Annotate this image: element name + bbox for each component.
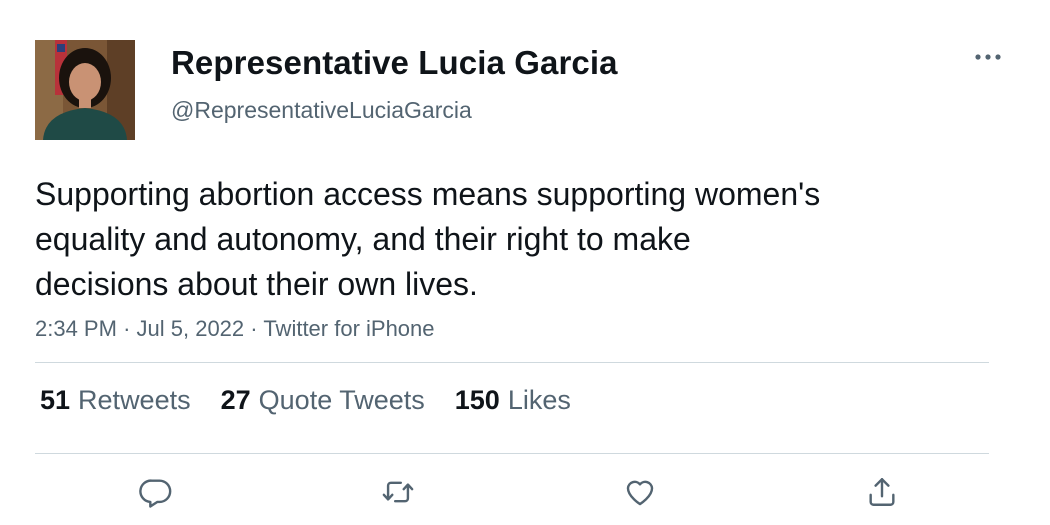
likes-label: Likes xyxy=(507,385,571,415)
avatar-image xyxy=(35,40,135,140)
retweets-count: 51 xyxy=(40,385,71,415)
tweet-time[interactable]: 2:34 PM xyxy=(35,316,117,341)
quote-tweets-stat[interactable]: 27 Quote Tweets xyxy=(221,385,425,416)
quote-tweets-label: Quote Tweets xyxy=(258,385,425,415)
more-horizontal-icon xyxy=(975,54,1001,60)
quote-tweets-count: 27 xyxy=(220,385,251,415)
retweet-icon xyxy=(382,481,414,503)
share-button[interactable] xyxy=(860,470,904,514)
likes-count: 150 xyxy=(454,385,500,415)
engagement-stats: 51 Retweets 27 Quote Tweets 150 Likes xyxy=(40,385,571,416)
reply-button[interactable] xyxy=(134,470,178,514)
like-button[interactable] xyxy=(618,470,662,514)
display-name[interactable]: Representative Lucia Garcia xyxy=(171,44,618,82)
tweet-date[interactable]: Jul 5, 2022 xyxy=(137,316,245,341)
heart-icon xyxy=(626,480,654,506)
reply-icon xyxy=(139,479,172,508)
tweet-text: Supporting abortion access means support… xyxy=(35,176,821,302)
likes-stat[interactable]: 150 Likes xyxy=(455,385,571,416)
meta-separator: · xyxy=(123,316,131,341)
action-bar xyxy=(0,470,1050,520)
avatar[interactable] xyxy=(35,40,135,140)
divider xyxy=(35,362,989,363)
tweet-card: Representative Lucia Garcia @Representat… xyxy=(0,0,1050,525)
divider xyxy=(35,453,989,454)
meta-separator: · xyxy=(250,316,258,341)
username-handle[interactable]: @RepresentativeLuciaGarcia xyxy=(171,97,472,124)
share-icon xyxy=(869,478,895,506)
tweet-source[interactable]: Twitter for iPhone xyxy=(263,316,434,341)
retweet-button[interactable] xyxy=(376,470,420,514)
more-options-button[interactable] xyxy=(968,44,1008,70)
retweets-stat[interactable]: 51 Retweets xyxy=(40,385,191,416)
retweets-label: Retweets xyxy=(78,385,191,415)
tweet-metadata: 2:34 PM · Jul 5, 2022 · Twitter for iPho… xyxy=(35,316,435,342)
